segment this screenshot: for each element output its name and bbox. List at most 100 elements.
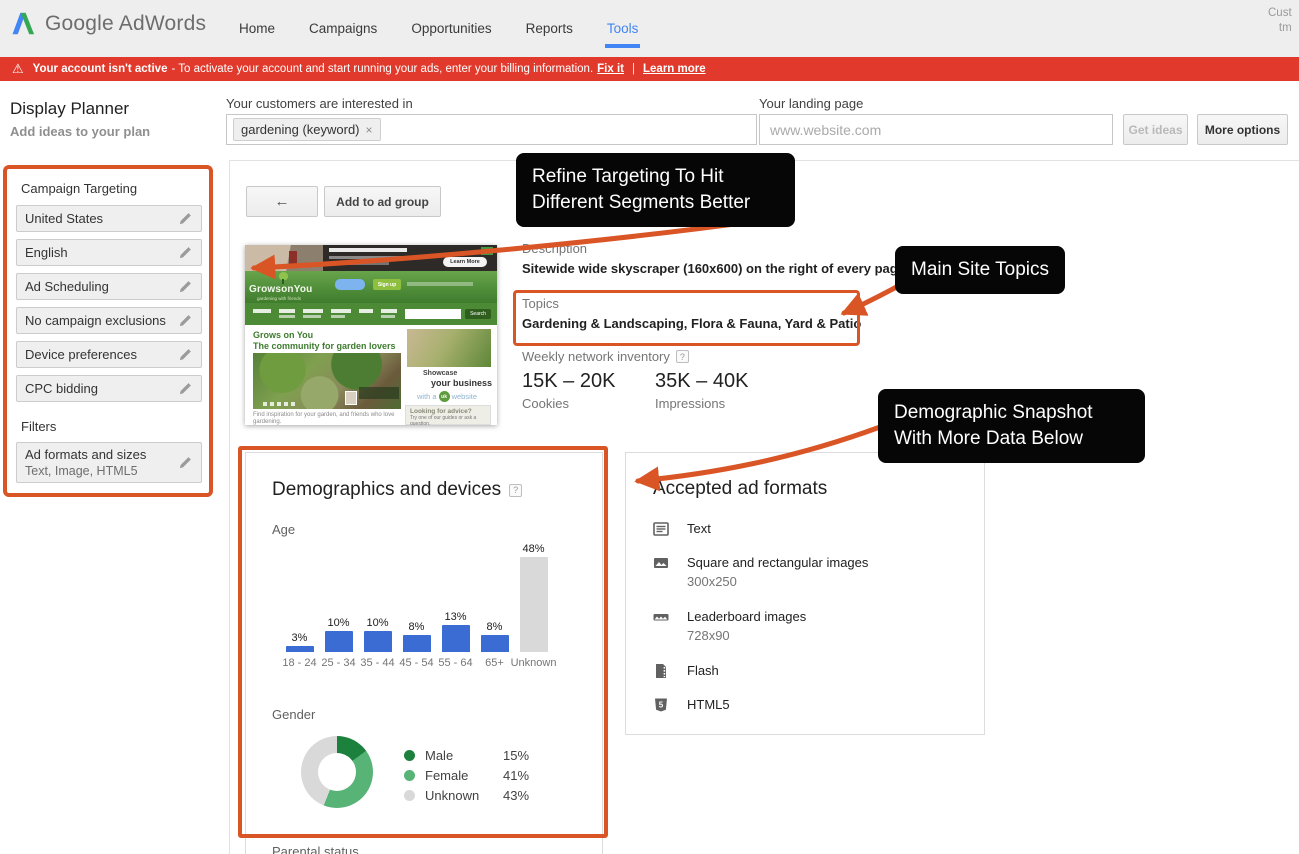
preview-ad-textline xyxy=(329,262,389,265)
sidebar-item-label: Device preferences xyxy=(25,347,137,362)
edit-pencil-icon[interactable] xyxy=(178,211,193,226)
preview-site-name: GrowsonYou xyxy=(249,284,313,295)
age-bar-chart: 3% 18 - 24 10% 25 - 34 10% 35 - 44 8% 45 - 54 13… xyxy=(280,543,560,669)
preview-ad-photo xyxy=(245,245,323,271)
bar-value-label: 8% xyxy=(408,621,425,633)
sidebar-item-device-preferences[interactable]: Device preferences xyxy=(16,341,202,368)
vertical-divider xyxy=(229,160,230,854)
format-label: Flash xyxy=(687,663,719,678)
square-image-icon xyxy=(654,558,668,568)
preview-showcase-line3: with a uk website xyxy=(417,391,477,402)
preview-signup-button: Sign up xyxy=(373,279,401,290)
preview-showcase-witha: with a xyxy=(417,392,437,401)
interest-input[interactable]: gardening (keyword) × xyxy=(226,114,757,145)
alert-bold-text: Your account isn't active xyxy=(32,63,168,75)
preview-banner-ad: Learn More xyxy=(245,245,497,271)
get-ideas-button[interactable]: Get ideas xyxy=(1123,114,1188,145)
help-icon[interactable]: ? xyxy=(675,350,689,363)
edit-pencil-icon[interactable] xyxy=(178,381,193,396)
edit-pencil-icon[interactable] xyxy=(178,455,193,470)
warning-icon: ⚠ xyxy=(12,61,24,76)
preview-site-nav: Search xyxy=(245,303,497,325)
format-label: Text xyxy=(687,521,711,536)
sidebar-item-cpc-bidding[interactable]: CPC bidding xyxy=(16,375,202,402)
gender-legend-row: Unknown 43% xyxy=(404,785,549,805)
flash-file-icon xyxy=(656,664,666,678)
bar-category-label: 45 - 54 xyxy=(399,657,434,669)
age-bar-column: 48% Unknown xyxy=(511,543,557,669)
nav-home[interactable]: Home xyxy=(237,0,277,57)
keyword-chip-label: gardening (keyword) xyxy=(241,122,360,137)
sidebar-item-ad-formats[interactable]: Ad formats and sizes Text, Image, HTML5 xyxy=(16,442,202,483)
fix-it-link[interactable]: Fix it xyxy=(597,63,624,75)
edit-pencil-icon[interactable] xyxy=(178,347,193,362)
sidebar-item-language[interactable]: English xyxy=(16,239,202,266)
bar-category-label: 35 - 44 xyxy=(360,657,395,669)
format-label: Square and rectangular images xyxy=(687,555,869,570)
more-options-button[interactable]: More options xyxy=(1197,114,1288,145)
age-section-label: Age xyxy=(272,522,296,537)
sidebar-item-label: No campaign exclusions xyxy=(25,313,166,328)
preview-ad-badge xyxy=(481,247,493,255)
help-icon[interactable]: ? xyxy=(509,483,523,497)
back-button[interactable]: ← xyxy=(246,186,318,217)
preview-showcase-line2: your business xyxy=(431,378,493,388)
preview-heading1: Grows on You xyxy=(253,330,314,340)
adwords-logo-icon xyxy=(12,12,35,35)
campaign-targeting-panel: Campaign Targeting United States English… xyxy=(3,165,213,497)
nav-opportunities[interactable]: Opportunities xyxy=(409,0,493,57)
interest-label: Your customers are interested in xyxy=(226,96,413,111)
sidebar-item-label: CPC bidding xyxy=(25,381,98,396)
account-alert-banner: ⚠ Your account isn't active - To activat… xyxy=(0,57,1299,81)
bar-value-label: 10% xyxy=(327,617,350,629)
description-label: Description xyxy=(522,241,588,256)
edit-pencil-icon[interactable] xyxy=(178,279,193,294)
age-bar xyxy=(480,635,509,652)
account-info-line2: tm xyxy=(1278,22,1292,34)
preview-garden-photo xyxy=(253,353,401,409)
sidebar-item-label: Ad Scheduling xyxy=(25,279,109,294)
format-row-html5: 5 HTML5 xyxy=(653,696,730,713)
learn-more-link[interactable]: Learn more xyxy=(643,63,706,75)
nav-tools[interactable]: Tools xyxy=(604,0,641,57)
format-row-text: Text xyxy=(653,520,711,537)
age-bar-column: 8% 65+ xyxy=(475,543,514,669)
preview-pager-dots xyxy=(263,402,295,406)
bar-value-label: 3% xyxy=(291,632,308,644)
annotation-callout-main-site-topics: Main Site Topics xyxy=(895,246,1065,294)
add-to-ad-group-button[interactable]: Add to ad group xyxy=(324,186,441,217)
preview-advice-box: Looking for advice? Try one of our guide… xyxy=(405,405,491,425)
landing-page-input[interactable] xyxy=(759,114,1113,145)
legend-dot-icon xyxy=(404,749,415,761)
preview-signin-pill xyxy=(335,279,365,290)
nav-campaigns[interactable]: Campaigns xyxy=(307,0,379,57)
description-text: Sitewide wide skyscraper (160x600) on th… xyxy=(522,261,909,276)
demographics-title: Demographics and devices ? xyxy=(272,479,523,501)
bar-value-label: 8% xyxy=(486,621,503,633)
gender-section-label: Gender xyxy=(272,707,316,722)
nav-reports[interactable]: Reports xyxy=(524,0,575,57)
edit-pencil-icon[interactable] xyxy=(178,245,193,260)
demographics-card: Demographics and devices ? Age 3% 18 - 24… xyxy=(245,452,603,854)
filters-title: Filters xyxy=(21,419,57,434)
edit-pencil-icon[interactable] xyxy=(178,313,193,328)
uk-badge-icon: uk xyxy=(438,391,450,402)
sidebar-item-exclusions[interactable]: No campaign exclusions xyxy=(16,307,202,334)
sidebar-item-ad-scheduling[interactable]: Ad Scheduling xyxy=(16,273,202,300)
text-lines-icon xyxy=(653,522,669,536)
sidebar-item-location[interactable]: United States xyxy=(16,205,202,232)
ad-formats-card: Accepted ad formats Text Square and rect… xyxy=(625,452,985,735)
account-info-line1: Cust xyxy=(1268,7,1292,19)
preview-site-header: GrowsonYou gardening with friends Sign u… xyxy=(245,271,497,303)
legend-value: 15% xyxy=(503,747,530,763)
topics-annotation-box xyxy=(513,290,860,346)
placement-site-preview[interactable]: Learn More GrowsonYou gardening with fri… xyxy=(245,245,497,425)
format-label: HTML5 xyxy=(687,697,730,712)
preview-ad-textline xyxy=(329,248,407,252)
keyword-chip[interactable]: gardening (keyword) × xyxy=(233,118,381,141)
alert-text: - To activate your account and start run… xyxy=(171,63,594,75)
chip-remove-icon[interactable]: × xyxy=(366,123,373,137)
demographics-title-text: Demographics and devices xyxy=(272,479,502,500)
preview-advice-title: Looking for advice? xyxy=(410,408,472,415)
page-subtitle: Add ideas to your plan xyxy=(10,124,151,139)
